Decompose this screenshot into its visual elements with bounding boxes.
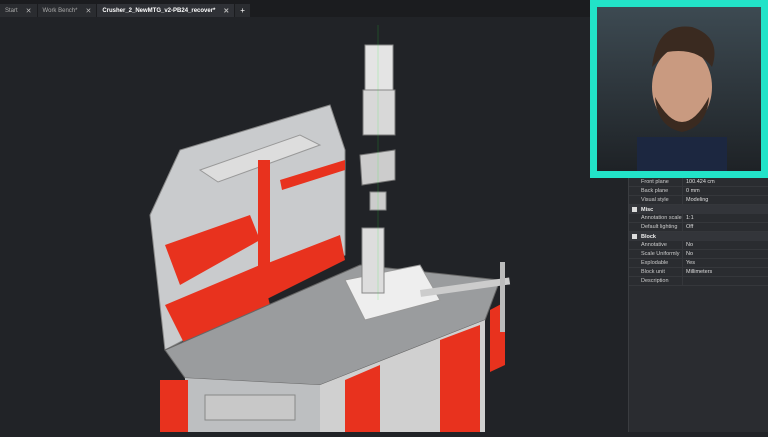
prop-value[interactable]: Millimeters [683,269,712,275]
prop-row[interactable]: Block unit Millimeters [629,268,768,277]
vise-bar [500,262,505,332]
prop-row[interactable]: Scale Uniformly No [629,250,768,259]
collapse-icon[interactable] [632,234,637,239]
prop-key: Annotative [629,241,683,249]
presenter-video [597,7,761,171]
prop-row[interactable]: Front plane 100.424 cm [629,178,768,187]
tab-work-bench[interactable]: Work Bench* ✕ [37,4,97,17]
prop-key: Back plane [629,187,683,195]
prop-key: Block unit [629,268,683,276]
prop-key: Description [629,277,683,285]
close-icon[interactable]: ✕ [85,7,91,15]
section-misc[interactable]: Misc [629,205,768,214]
prop-row[interactable]: Back plane 0 mm [629,187,768,196]
tab-label: Work Bench* [42,7,78,14]
prop-value[interactable]: Modeling [683,197,708,203]
3d-viewport[interactable] [0,17,628,432]
collapse-icon[interactable] [632,207,637,212]
motor-top [364,44,394,91]
prop-key: Explodable [629,259,683,267]
crusher-part [359,149,396,186]
prop-key: Front plane [629,178,683,186]
prop-key: Default lighting [629,223,683,231]
prop-row[interactable]: Description [629,277,768,286]
prop-value[interactable]: 1:1 [683,215,694,221]
prop-row[interactable]: Annotation scale 1:1 [629,214,768,223]
prop-value[interactable]: No [683,251,693,257]
properties-panel: Front plane 100.424 cm Back plane 0 mm Vis… [628,178,768,432]
tab-label: Start [5,7,18,14]
prop-value[interactable]: Off [683,224,693,230]
tool-rack [258,160,270,270]
cabinet-door [440,325,480,432]
prop-key: Visual style [629,196,683,204]
cabinet-door [160,380,188,432]
close-icon[interactable]: ✕ [26,7,32,15]
section-block[interactable]: Block [629,232,768,241]
prop-value[interactable]: No [683,242,693,248]
motor [362,89,396,136]
section-title: Block [641,233,656,240]
prop-value[interactable]: 0 mm [683,188,700,194]
webcam-overlay [590,0,768,178]
prop-value[interactable]: Yes [683,260,695,266]
close-icon[interactable]: ✕ [223,7,229,15]
prop-row[interactable]: Default lighting Off [629,223,768,232]
tab-crusher[interactable]: Crusher_2_NewMTG_v2-PB24_recover* ✕ [97,4,235,17]
prop-row[interactable]: Annotative No [629,241,768,250]
prop-row[interactable]: Visual style Modeling [629,196,768,205]
presenter-avatar [637,26,727,171]
workbench-model [149,25,511,432]
prop-row[interactable]: Explodable Yes [629,259,768,268]
prop-value[interactable]: 100.424 cm [683,179,715,185]
prop-key: Annotation scale [629,214,683,222]
crusher-column [361,227,385,294]
drawer [204,394,296,421]
tab-start[interactable]: Start ✕ [0,4,37,17]
prop-key: Scale Uniformly [629,250,683,258]
tab-label: Crusher_2_NewMTG_v2-PB24_recover* [102,7,216,14]
new-tab-button[interactable]: + [235,4,250,17]
section-title: Misc [641,206,654,213]
